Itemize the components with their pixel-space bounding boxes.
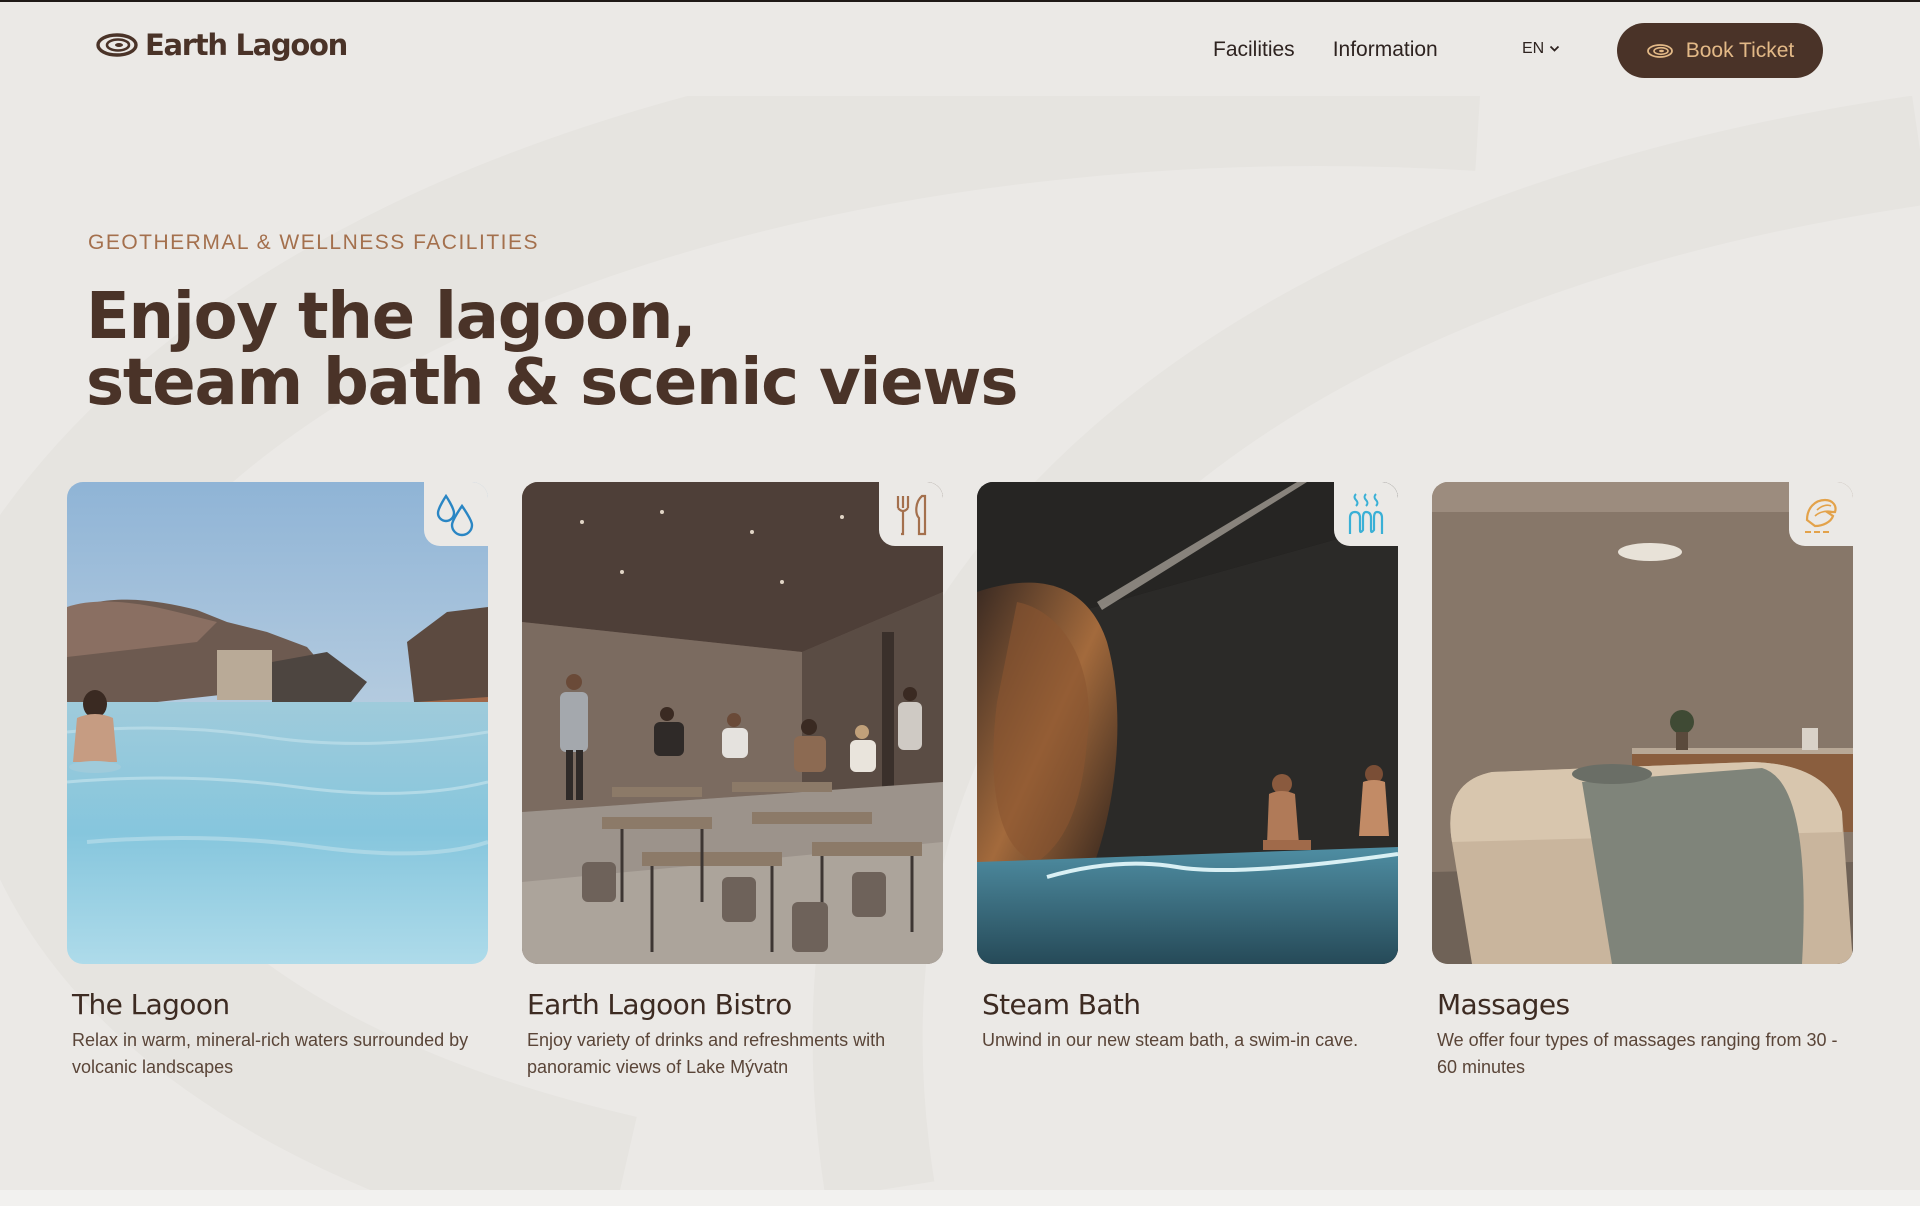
facility-card-steam-bath[interactable]: Steam Bath Unwind in our new steam bath,… <box>977 482 1398 1054</box>
water-drops-icon <box>436 493 474 537</box>
steam-icon <box>1348 493 1384 534</box>
facility-badge <box>424 482 488 546</box>
facility-description: Relax in warm, mineral-rich waters surro… <box>72 1030 469 1077</box>
facility-title: Steam Bath <box>982 988 1141 1021</box>
brand-name: Earth Lagoon <box>145 28 348 62</box>
facility-image-massages <box>1432 482 1853 964</box>
facility-card-lagoon[interactable]: The Lagoon Relax in warm, mineral-rich w… <box>67 482 488 1081</box>
language-selector[interactable]: EN <box>1522 40 1560 58</box>
facility-card-massages[interactable]: Massages We offer four types of massages… <box>1432 482 1853 1081</box>
facility-badge <box>1789 482 1853 546</box>
site-header: Earth Lagoon Facilities Information EN B… <box>0 2 1920 96</box>
headline-line-1: Enjoy the lagoon, <box>86 280 697 354</box>
facility-image-steam-bath <box>977 482 1398 964</box>
massage-hand-icon <box>1805 498 1837 533</box>
facility-description: Enjoy variety of drinks and refreshments… <box>527 1030 886 1077</box>
headline-line-2: steam bath & scenic views <box>86 346 1018 420</box>
facility-title: The Lagoon <box>72 988 230 1021</box>
chevron-down-icon <box>1550 45 1560 52</box>
facility-description: We offer four types of massages ranging … <box>1437 1030 1838 1077</box>
facility-title: Massages <box>1437 988 1570 1021</box>
facility-title: Earth Lagoon Bistro <box>527 988 792 1021</box>
fork-knife-icon <box>896 494 927 536</box>
footer-band <box>0 1190 1920 1206</box>
facility-image-lagoon <box>67 482 488 964</box>
facility-badge <box>879 482 943 546</box>
nav-link-facilities[interactable]: Facilities <box>1213 38 1295 62</box>
facility-image-bistro <box>522 482 943 964</box>
facility-card-bistro[interactable]: Earth Lagoon Bistro Enjoy variety of dri… <box>522 482 943 1081</box>
main-nav: Facilities Information <box>1213 38 1438 62</box>
book-ticket-label: Book Ticket <box>1685 38 1795 62</box>
facility-description: Unwind in our new steam bath, a swim-in … <box>982 1030 1359 1050</box>
language-code: EN <box>1522 40 1545 57</box>
facility-badge <box>1334 482 1398 546</box>
page-headline: Enjoy the lagoon, steam bath & scenic vi… <box>86 284 1018 416</box>
brand-logo[interactable]: Earth Lagoon <box>95 28 348 62</box>
book-ticket-button[interactable]: Book Ticket <box>1617 23 1823 78</box>
nav-link-information[interactable]: Information <box>1333 38 1438 62</box>
lagoon-swirl-icon <box>1646 43 1673 58</box>
section-eyebrow: GEOTHERMAL & WELLNESS FACILITIES <box>88 231 539 254</box>
lagoon-swirl-icon <box>96 33 138 57</box>
